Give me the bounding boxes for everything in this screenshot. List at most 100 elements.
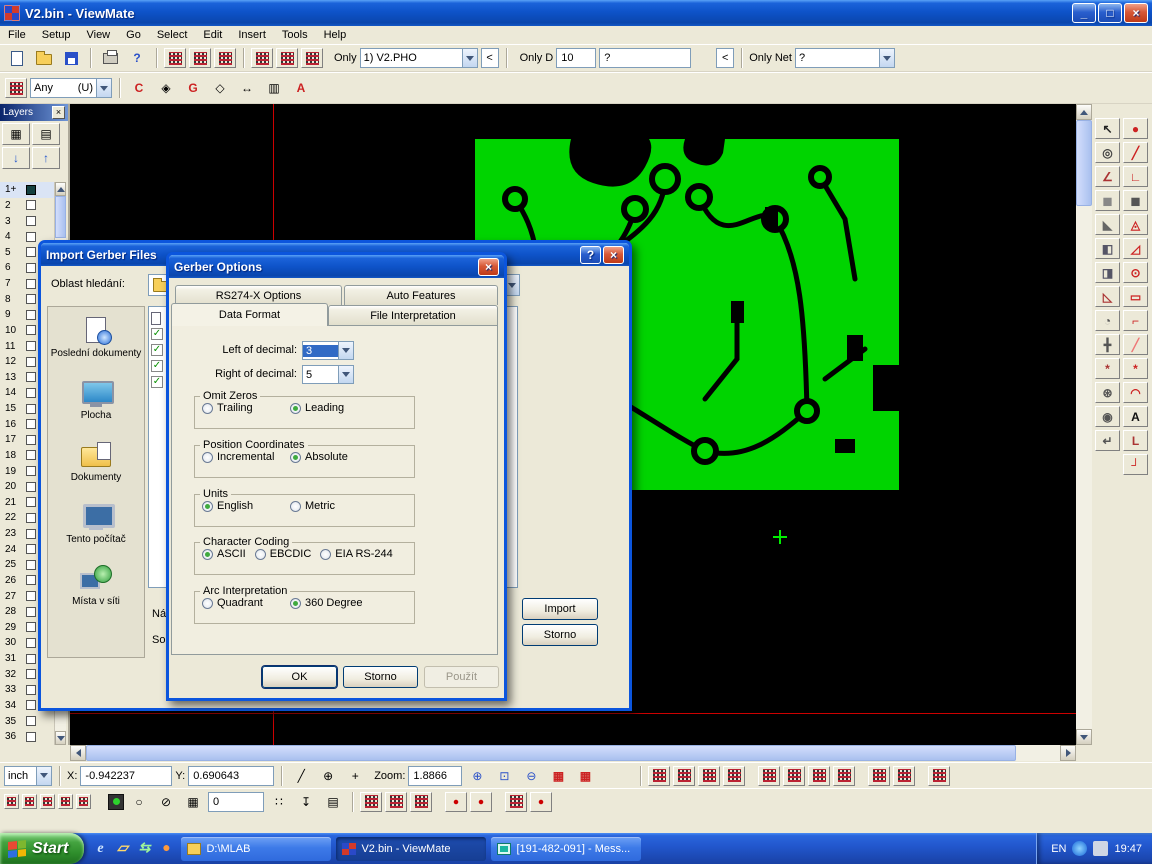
- ring-tool-icon[interactable]: ◉: [1095, 406, 1120, 427]
- layer-visibility-box[interactable]: [26, 529, 36, 539]
- folder-quicklaunch-icon[interactable]: ▱: [112, 839, 132, 859]
- right-of-decimal-select[interactable]: 5: [302, 365, 354, 384]
- menu-item[interactable]: Select: [149, 28, 196, 42]
- import-button[interactable]: Import: [522, 598, 598, 620]
- scroll-up-button[interactable]: [1076, 104, 1092, 120]
- layer-visibility-box[interactable]: [26, 654, 36, 664]
- highlight-pattern-icon-5[interactable]: [758, 766, 780, 786]
- zoom-window-button[interactable]: ⊡: [492, 765, 516, 787]
- draw-thin-trace-tool-icon[interactable]: ╱: [1123, 334, 1148, 355]
- measure-distance-icon[interactable]: [301, 48, 323, 68]
- menu-item[interactable]: Help: [316, 28, 355, 42]
- layer-visibility-box[interactable]: [26, 247, 36, 257]
- snap-target-icon[interactable]: ◎: [1095, 142, 1120, 163]
- highlight-pattern-icon-11[interactable]: [928, 766, 950, 786]
- cancel-button[interactable]: Storno: [343, 666, 418, 688]
- draw-corner-trace-tool-icon[interactable]: ∟: [1123, 166, 1148, 187]
- dcode-table-icon[interactable]: [214, 48, 236, 68]
- dcode-input[interactable]: 10: [556, 48, 596, 68]
- scroll-right-button[interactable]: [1060, 745, 1076, 761]
- highlight-pattern-icon-4[interactable]: [723, 766, 745, 786]
- highlight-pattern-icon-9[interactable]: [868, 766, 890, 786]
- menu-item[interactable]: Go: [118, 28, 149, 42]
- corner-select-icon[interactable]: ◣: [1095, 214, 1120, 235]
- taskbar-button-viewmate[interactable]: V2.bin - ViewMate: [336, 837, 486, 861]
- crosshair-move-icon[interactable]: ╋: [1095, 334, 1120, 355]
- tray-update-icon[interactable]: [1072, 841, 1087, 856]
- zoom-out-button[interactable]: ⊖: [519, 765, 543, 787]
- radio-ascii[interactable]: ASCII: [202, 548, 246, 560]
- left-of-decimal-select[interactable]: 3: [302, 341, 354, 360]
- origin-button[interactable]: ⊕: [316, 765, 340, 787]
- text-select-button[interactable]: A: [289, 77, 313, 99]
- component-select-button[interactable]: C: [127, 77, 151, 99]
- layer-visibility-box[interactable]: [26, 450, 36, 460]
- selection-filter-icon[interactable]: [5, 78, 27, 98]
- layer-visibility-box[interactable]: [26, 482, 36, 492]
- table-mode-button[interactable]: ▦: [181, 791, 205, 813]
- vertical-scroll-thumb[interactable]: [1076, 120, 1092, 206]
- layers-scroll-down-button[interactable]: [55, 731, 66, 745]
- layer-row[interactable]: 1+: [0, 182, 56, 198]
- horizontal-scroll-thumb[interactable]: [86, 745, 1016, 761]
- stretch-select-button[interactable]: ↔: [235, 77, 259, 99]
- tab-auto-features[interactable]: Auto Features: [344, 285, 498, 305]
- layers-scroll-up-button[interactable]: [55, 182, 66, 196]
- start-button[interactable]: Start: [0, 833, 84, 864]
- layer-visibility-box[interactable]: [26, 404, 36, 414]
- menu-item[interactable]: Edit: [195, 28, 230, 42]
- rows-button[interactable]: ▤: [321, 791, 345, 813]
- ie-quicklaunch-icon[interactable]: e: [90, 839, 110, 859]
- layer-visibility-box[interactable]: [26, 607, 36, 617]
- layer-settings-icon[interactable]: [276, 48, 298, 68]
- prev-layer-button[interactable]: <: [481, 48, 499, 68]
- layer-visibility-box[interactable]: [26, 669, 36, 679]
- layer-visibility-box[interactable]: [26, 435, 36, 445]
- new-file-button[interactable]: [5, 47, 29, 69]
- letter-j-tool-icon[interactable]: ┘: [1123, 454, 1148, 475]
- layer-row[interactable]: 3: [0, 213, 56, 229]
- layer-visibility-box[interactable]: [26, 325, 36, 335]
- tray-keyboard-icon[interactable]: [1093, 841, 1108, 856]
- grid-step-value[interactable]: 0: [208, 792, 264, 812]
- dropdown-arrow-icon[interactable]: [338, 366, 353, 383]
- highlight-pattern-icon-1[interactable]: [648, 766, 670, 786]
- gerber-select-button[interactable]: G: [181, 77, 205, 99]
- layer-visibility-box[interactable]: [26, 732, 36, 742]
- mirror-horizontal-icon[interactable]: ◧: [1095, 238, 1120, 259]
- draw-wedge-tool-icon[interactable]: ◿: [1123, 238, 1148, 259]
- scroll-left-button[interactable]: [70, 745, 86, 761]
- layers-close-button[interactable]: ×: [52, 106, 65, 119]
- radio-eia-rs-244[interactable]: EIA RS-244: [320, 548, 392, 560]
- layer-visibility-box[interactable]: [26, 575, 36, 585]
- layer-visibility-box[interactable]: [26, 638, 36, 648]
- layer-visibility-box[interactable]: [26, 419, 36, 429]
- menu-item[interactable]: Tools: [274, 28, 316, 42]
- layer-visibility-box[interactable]: [26, 232, 36, 242]
- measure-angle-icon[interactable]: ∠: [1095, 166, 1120, 187]
- redline-grid-button[interactable]: ▦: [546, 765, 570, 787]
- cancel-button[interactable]: Storno: [522, 624, 598, 646]
- crosshair-button[interactable]: +: [343, 765, 367, 787]
- highlight-pattern-icon-6[interactable]: [783, 766, 805, 786]
- radio-360-degree[interactable]: 360 Degree: [290, 597, 363, 609]
- outline-select-button[interactable]: ◇: [208, 77, 232, 99]
- layer-visibility-box[interactable]: [26, 560, 36, 570]
- dcode-query-input[interactable]: ?: [599, 48, 691, 68]
- layer-visibility-box[interactable]: [26, 388, 36, 398]
- mini-pattern-icon-5[interactable]: [76, 794, 91, 809]
- tab-data-format[interactable]: Data Format: [171, 303, 328, 326]
- fill-pattern-icon-4[interactable]: [505, 792, 527, 812]
- anchor-button[interactable]: ↧: [294, 791, 318, 813]
- zoom-in-button[interactable]: ⊕: [465, 765, 489, 787]
- status-traffic-light-icon[interactable]: [108, 794, 124, 810]
- taskbar-button-messenger[interactable]: [191-482-091] - Mess...: [491, 837, 641, 861]
- layer-visibility-box[interactable]: [26, 716, 36, 726]
- open-file-button[interactable]: [32, 47, 56, 69]
- layers-scroll-thumb[interactable]: [55, 196, 66, 238]
- highlight-pattern-icon-2[interactable]: [673, 766, 695, 786]
- letter-l-tool-icon[interactable]: L: [1123, 430, 1148, 451]
- layer-row[interactable]: 2: [0, 198, 56, 214]
- layer-visibility-box[interactable]: [26, 591, 36, 601]
- place-documents[interactable]: Dokumenty: [48, 441, 144, 503]
